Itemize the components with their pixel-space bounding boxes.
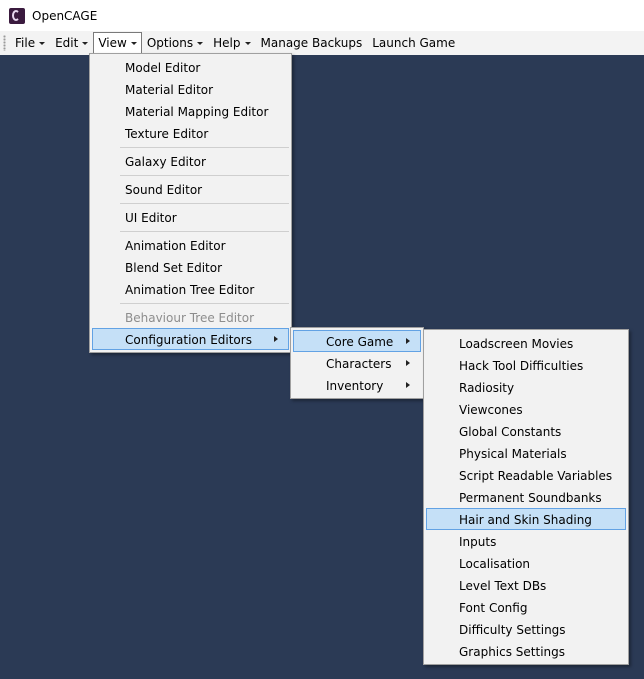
menu-item-sound-editor[interactable]: Sound Editor bbox=[92, 178, 289, 200]
menu-separator bbox=[120, 231, 289, 232]
dropdown-caret-icon bbox=[82, 41, 89, 45]
menu-bar: File Edit View Options Help Manage Backu… bbox=[0, 31, 644, 55]
menu-item-material-mapping-editor[interactable]: Material Mapping Editor bbox=[92, 100, 289, 122]
menu-item-hack-tool-difficulties[interactable]: Hack Tool Difficulties bbox=[426, 354, 626, 376]
menu-separator bbox=[120, 147, 289, 148]
menu-item-core-game[interactable]: Core Game bbox=[293, 330, 421, 352]
menu-item-loadscreen-movies[interactable]: Loadscreen Movies bbox=[426, 332, 626, 354]
menu-manage-backups[interactable]: Manage Backups bbox=[256, 32, 368, 54]
menu-item-characters[interactable]: Characters bbox=[293, 352, 421, 374]
menu-help[interactable]: Help bbox=[208, 32, 255, 54]
menu-item-model-editor[interactable]: Model Editor bbox=[92, 56, 289, 78]
toolstrip-grip-icon[interactable] bbox=[3, 35, 6, 51]
menu-item-blend-set-editor[interactable]: Blend Set Editor bbox=[92, 256, 289, 278]
menu-item-material-editor[interactable]: Material Editor bbox=[92, 78, 289, 100]
menu-item-global-constants[interactable]: Global Constants bbox=[426, 420, 626, 442]
menu-item-localisation[interactable]: Localisation bbox=[426, 552, 626, 574]
menu-view[interactable]: View bbox=[93, 32, 142, 54]
menu-item-animation-tree-editor[interactable]: Animation Tree Editor bbox=[92, 278, 289, 300]
menu-item-font-config[interactable]: Font Config bbox=[426, 596, 626, 618]
menu-edit[interactable]: Edit bbox=[50, 32, 93, 54]
dropdown-caret-icon bbox=[244, 41, 251, 45]
view-menu: Model Editor Material Editor Material Ma… bbox=[89, 53, 292, 353]
menu-item-physical-materials[interactable]: Physical Materials bbox=[426, 442, 626, 464]
menu-item-radiosity[interactable]: Radiosity bbox=[426, 376, 626, 398]
menu-file[interactable]: File bbox=[10, 32, 50, 54]
menu-item-behaviour-tree-editor: Behaviour Tree Editor bbox=[125, 311, 255, 325]
window-title: OpenCAGE bbox=[32, 8, 98, 23]
menu-item-hair-and-skin-shading[interactable]: Hair and Skin Shading bbox=[426, 508, 626, 530]
menu-launch-game[interactable]: Launch Game bbox=[367, 32, 460, 54]
title-bar: OpenCAGE bbox=[0, 0, 644, 31]
dropdown-caret-icon bbox=[130, 41, 137, 45]
menu-item-difficulty-settings[interactable]: Difficulty Settings bbox=[426, 618, 626, 640]
menu-item-texture-editor[interactable]: Texture Editor bbox=[92, 122, 289, 144]
menu-item-galaxy-editor[interactable]: Galaxy Editor bbox=[92, 150, 289, 172]
menu-item-configuration-editors[interactable]: Configuration Editors bbox=[92, 328, 289, 350]
core-game-submenu: Loadscreen Movies Hack Tool Difficulties… bbox=[423, 329, 629, 665]
menu-separator bbox=[120, 303, 289, 304]
opencage-logo-icon bbox=[9, 7, 25, 24]
menu-item-permanent-soundbanks[interactable]: Permanent Soundbanks bbox=[426, 486, 626, 508]
dropdown-caret-icon bbox=[39, 41, 46, 45]
dropdown-caret-icon bbox=[197, 41, 204, 45]
menu-item-ui-editor[interactable]: UI Editor bbox=[92, 206, 289, 228]
menu-separator bbox=[120, 203, 289, 204]
menu-item-animation-editor[interactable]: Animation Editor bbox=[92, 234, 289, 256]
menu-separator bbox=[120, 175, 289, 176]
menu-item-inputs[interactable]: Inputs bbox=[426, 530, 626, 552]
menu-item-inventory[interactable]: Inventory bbox=[293, 374, 421, 396]
menu-item-graphics-settings[interactable]: Graphics Settings bbox=[426, 640, 626, 662]
menu-item-level-text-dbs[interactable]: Level Text DBs bbox=[426, 574, 626, 596]
configuration-editors-submenu: Core Game Characters Inventory bbox=[290, 327, 424, 399]
menu-options[interactable]: Options bbox=[142, 32, 208, 54]
menu-item-viewcones[interactable]: Viewcones bbox=[426, 398, 626, 420]
menu-item-script-readable-variables[interactable]: Script Readable Variables bbox=[426, 464, 626, 486]
